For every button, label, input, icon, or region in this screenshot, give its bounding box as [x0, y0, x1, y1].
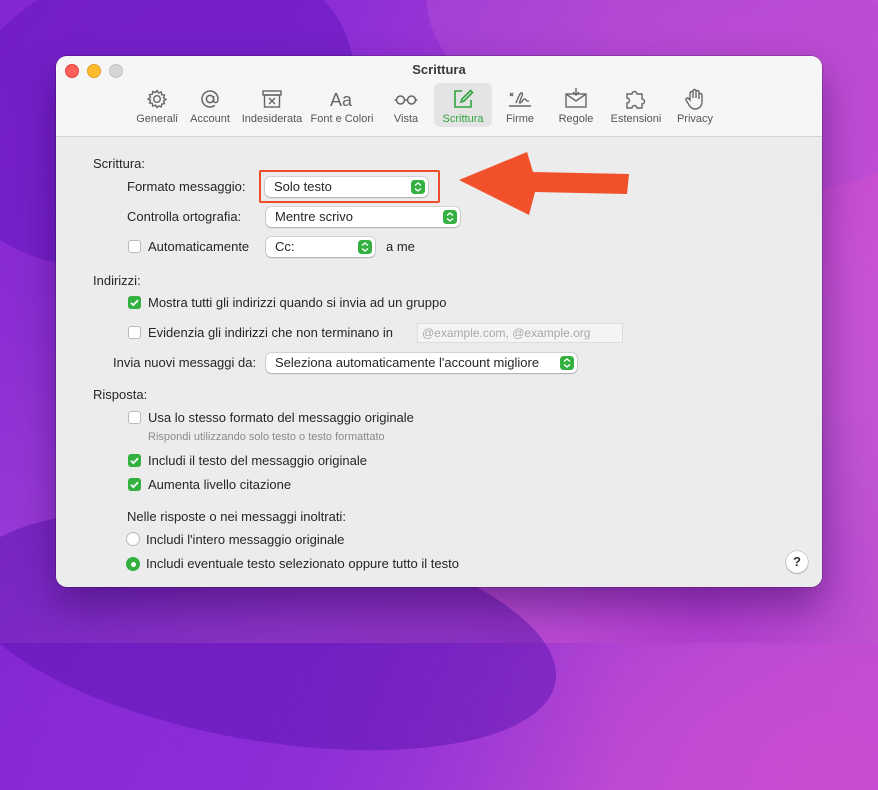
option-selected-radio[interactable] [126, 557, 140, 571]
forward-heading: Nelle risposte o nei messaggi inoltrati: [127, 509, 346, 524]
section-scrittura: Scrittura: [93, 156, 146, 171]
same-format-hint: Rispondi utilizzando solo testo o testo … [148, 431, 385, 443]
titlebar: Scrittura Generali Account Indesiderata … [56, 56, 822, 137]
preferences-content: Scrittura: Formato messaggio: Solo testo… [56, 137, 822, 587]
include-text-checkbox[interactable] [128, 454, 141, 467]
tab-label: Regole [558, 113, 594, 125]
auto-value: Cc: [275, 239, 295, 254]
junk-box-icon [262, 90, 282, 108]
tab-label: Scrittura [442, 113, 484, 125]
help-button[interactable]: ? [786, 551, 808, 573]
chevron-updown-icon [358, 240, 372, 254]
auto-suffix: a me [386, 239, 415, 254]
tab-label: Firme [505, 113, 535, 125]
option-selected-label: Includi eventuale testo selezionato oppu… [146, 556, 459, 571]
increase-quote-label: Aumenta livello citazione [148, 477, 292, 492]
annotation-arrow [459, 152, 629, 215]
same-format-checkbox[interactable] [128, 411, 141, 424]
tab-vista[interactable]: Vista [378, 83, 434, 127]
tab-firme[interactable]: Firme [492, 83, 548, 127]
tab-font-e-colori[interactable]: Aa Font e Colori [306, 83, 378, 127]
highlight-checkbox[interactable] [128, 326, 141, 339]
same-format-label: Usa lo stesso formato del messaggio orig… [148, 410, 414, 425]
section-risposta: Risposta: [93, 387, 148, 402]
preferences-window: Scrittura Generali Account Indesiderata … [56, 56, 822, 587]
spell-value: Mentre scrivo [275, 209, 354, 224]
section-indirizzi: Indirizzi: [93, 273, 141, 288]
puzzle-icon [626, 90, 646, 109]
auto-label: Automaticamente [148, 239, 250, 254]
format-label: Formato messaggio: [127, 179, 246, 194]
domains-field[interactable]: @example.com, @example.org [417, 323, 623, 343]
auto-checkbox[interactable] [128, 240, 141, 253]
svg-text:Aa: Aa [330, 90, 353, 110]
send-from-popup[interactable]: Seleziona automaticamente l'account migl… [266, 353, 577, 373]
domains-placeholder: @example.com, @example.org [422, 326, 591, 340]
glasses-icon [394, 95, 418, 105]
auto-popup[interactable]: Cc: [266, 237, 375, 257]
preferences-toolbar: Generali Account Indesiderata Aa Font e … [132, 83, 722, 127]
option-all-label: Includi l'intero messaggio originale [146, 532, 345, 547]
window-title: Scrittura [412, 62, 466, 77]
tab-privacy[interactable]: Privacy [668, 83, 722, 127]
option-all-radio[interactable] [126, 532, 140, 546]
tab-label: Vista [393, 113, 419, 125]
tab-regole[interactable]: Regole [548, 83, 604, 127]
tab-estensioni[interactable]: Estensioni [604, 83, 668, 127]
tab-scrittura[interactable]: Scrittura [434, 83, 492, 127]
increase-quote-checkbox[interactable] [128, 478, 141, 491]
annotation-box [259, 170, 440, 203]
send-from-value: Seleziona automaticamente l'account migl… [275, 355, 540, 370]
show-all-checkbox[interactable] [128, 296, 141, 309]
spell-label: Controlla ortografia: [127, 209, 242, 224]
chevron-updown-icon [560, 356, 574, 370]
include-text-label: Includi il testo del messaggio originale [148, 453, 367, 468]
gear-icon [146, 89, 168, 109]
send-from-label: Invia nuovi messaggi da: [113, 355, 257, 370]
spell-popup[interactable]: Mentre scrivo [266, 207, 460, 227]
tab-label: Generali [136, 113, 178, 125]
signature-icon [509, 92, 531, 107]
tab-label: Indesiderata [241, 113, 303, 125]
tab-account[interactable]: Account [182, 83, 238, 127]
compose-icon [454, 89, 474, 108]
tab-label: Font e Colori [310, 113, 374, 125]
font-icon: Aa [330, 90, 353, 110]
tab-indesiderata[interactable]: Indesiderata [238, 83, 306, 127]
tab-label: Account [190, 113, 230, 125]
show-all-label: Mostra tutti gli indirizzi quando si inv… [148, 295, 447, 310]
rules-icon [565, 88, 587, 108]
tab-label: Estensioni [610, 113, 662, 125]
tab-label: Privacy [676, 113, 714, 125]
tab-generali[interactable]: Generali [132, 83, 182, 127]
highlight-label: Evidenzia gli indirizzi che non terminan… [148, 325, 393, 340]
hand-icon [685, 88, 703, 110]
at-icon [201, 90, 219, 108]
